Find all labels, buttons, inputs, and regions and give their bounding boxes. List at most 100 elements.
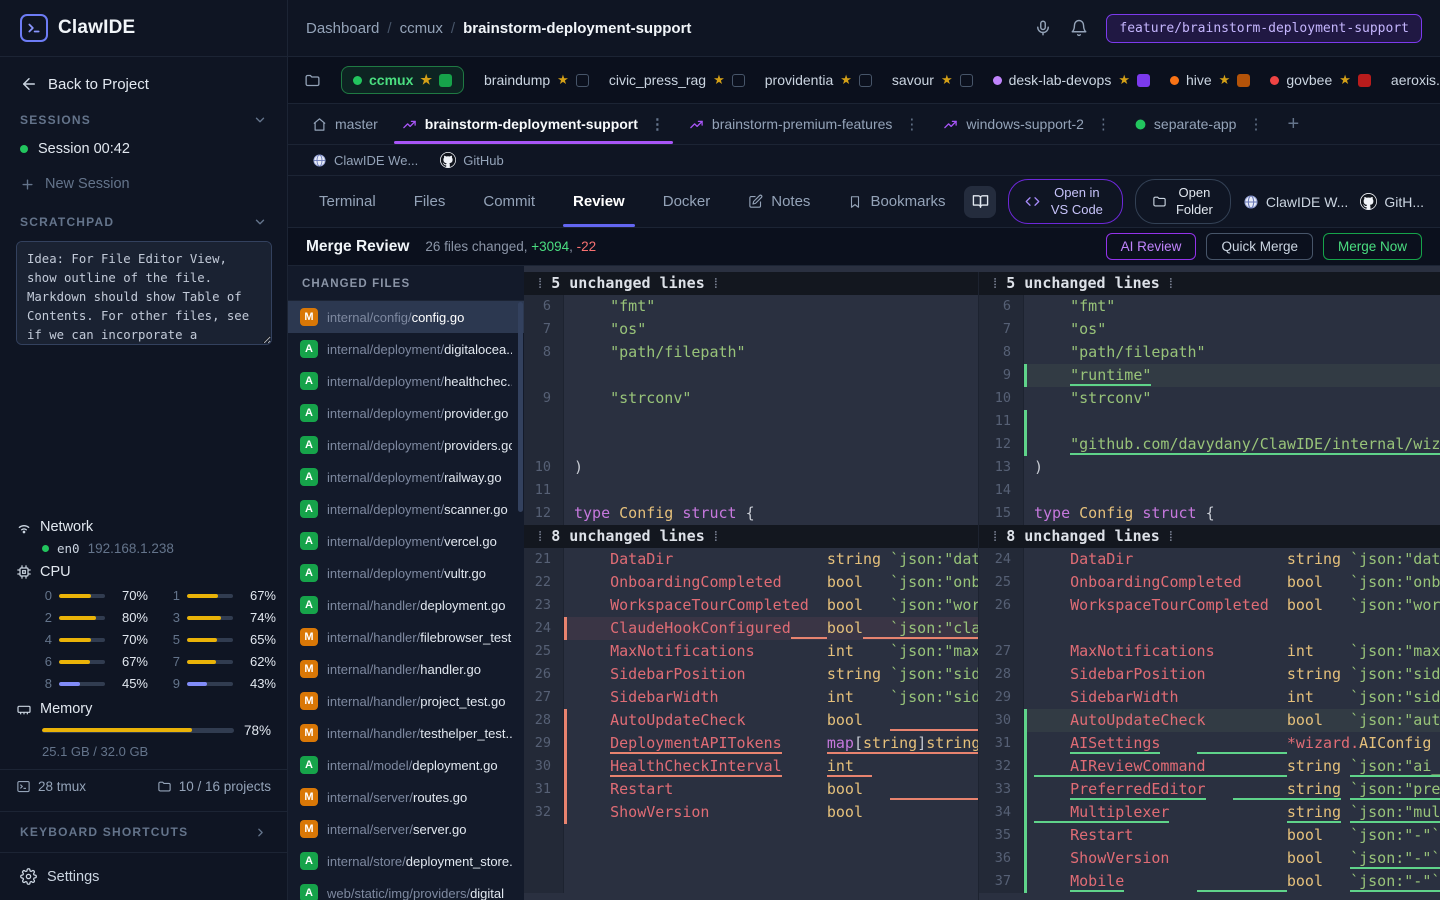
collapsed-lines-bar[interactable]: ⁞ 5 unchanged lines ⁞	[979, 272, 1440, 295]
file-row[interactable]: Ainternal/deployment/scanner.go	[288, 493, 524, 525]
clawide-web-link[interactable]: ClawIDE W...	[1243, 194, 1348, 210]
collapsed-lines-bar[interactable]: ⁞ 5 unchanged lines ⁞	[524, 272, 978, 295]
session-tab-separate-app[interactable]: separate-app⋮	[1125, 104, 1274, 144]
tab-files[interactable]: Files	[404, 176, 456, 227]
file-row[interactable]: Ainternal/deployment/provider.go	[288, 397, 524, 429]
project-tab-braindump[interactable]: braindump★	[484, 72, 589, 88]
star-icon[interactable]: ★	[1118, 72, 1130, 88]
kebab-menu-icon[interactable]: ⋮	[646, 115, 665, 133]
kebab-menu-icon[interactable]: ⋮	[1092, 115, 1111, 133]
new-tab-button[interactable]: +	[1277, 104, 1309, 144]
project-tab-savour[interactable]: savour★	[892, 72, 973, 88]
tab-commit[interactable]: Commit	[473, 176, 545, 227]
tab-terminal[interactable]: Terminal	[309, 176, 386, 227]
file-row[interactable]: Ainternal/handler/deployment.go	[288, 589, 524, 621]
projects-folder-icon[interactable]	[304, 72, 321, 89]
tab-docker[interactable]: Docker	[653, 176, 721, 227]
open-in-vscode-button[interactable]: Open in VS Code	[1008, 179, 1123, 224]
kebab-menu-icon[interactable]: ⋮	[900, 115, 919, 133]
session-tab-brainstorm-premium-features[interactable]: brainstorm-premium-features ⋮	[679, 104, 930, 144]
file-row[interactable]: Aweb/static/img/providers/digital	[288, 877, 524, 900]
open-folder-button[interactable]: Open Folder	[1135, 179, 1231, 224]
merge-now-button[interactable]: Merge Now	[1323, 233, 1422, 260]
added-badge: A	[300, 756, 318, 774]
project-tab-govbee[interactable]: govbee★	[1270, 72, 1371, 88]
project-tab-civic_press_rag[interactable]: civic_press_rag★	[609, 72, 745, 88]
file-row[interactable]: Minternal/server/server.go	[288, 813, 524, 845]
breadcrumb-project[interactable]: ccmux	[400, 20, 443, 37]
file-row[interactable]: Ainternal/store/deployment_store...	[288, 845, 524, 877]
new-session-button[interactable]: New Session	[0, 167, 287, 201]
star-icon[interactable]: ★	[1219, 72, 1231, 88]
file-row[interactable]: Minternal/handler/handler.go	[288, 653, 524, 685]
collapsed-lines-bar[interactable]: ⁞ 8 unchanged lines ⁞	[979, 525, 1440, 548]
file-row[interactable]: Minternal/config/config.go	[288, 301, 524, 333]
collapsed-lines-bar[interactable]: ⁞ 8 unchanged lines ⁞	[524, 525, 978, 548]
breadcrumb-dashboard[interactable]: Dashboard	[306, 20, 379, 37]
sessions-section-header[interactable]: SESSIONS	[0, 99, 287, 131]
star-icon[interactable]: ★	[557, 72, 569, 88]
project-checkbox[interactable]	[439, 74, 452, 87]
diff-pane-new: ⁞ 5 unchanged lines ⁞6 "fmt"7 "os"8 "pat…	[979, 272, 1440, 900]
file-row[interactable]: Ainternal/deployment/providers.go	[288, 429, 524, 461]
file-row[interactable]: Ainternal/deployment/vultr.go	[288, 557, 524, 589]
project-tab-ccmux[interactable]: ccmux★	[341, 66, 464, 94]
ai-review-button[interactable]: AI Review	[1106, 233, 1197, 260]
project-checkbox[interactable]	[1137, 74, 1150, 87]
microphone-icon[interactable]	[1034, 19, 1052, 37]
back-to-project-button[interactable]: Back to Project	[0, 57, 287, 99]
project-checkbox[interactable]	[859, 74, 872, 87]
line-number: 29	[524, 732, 564, 755]
book-button[interactable]	[964, 186, 995, 218]
project-checkbox[interactable]	[1237, 74, 1250, 87]
file-row[interactable]: Minternal/server/routes.go	[288, 781, 524, 813]
project-tab-hive[interactable]: hive★	[1170, 72, 1250, 88]
subtab-github[interactable]: GitHub	[440, 152, 503, 168]
project-tab-aeroxis.com[interactable]: aeroxis.com★	[1391, 72, 1440, 88]
star-icon[interactable]: ★	[941, 72, 953, 88]
file-row[interactable]: Ainternal/deployment/healthchec...	[288, 365, 524, 397]
app-logo[interactable]: ClawIDE	[0, 0, 287, 57]
session-tab-brainstorm-deployment-support[interactable]: brainstorm-deployment-support⋮	[392, 104, 675, 144]
kebab-menu-icon[interactable]: ⋮	[1244, 115, 1263, 133]
quick-merge-button[interactable]: Quick Merge	[1206, 233, 1313, 260]
files-scrollbar[interactable]	[518, 302, 523, 512]
session-tab-windows-support-2[interactable]: windows-support-2⋮	[933, 104, 1121, 144]
star-icon[interactable]: ★	[840, 72, 852, 88]
code-line	[1024, 410, 1440, 433]
scratchpad-section-header[interactable]: SCRATCHPAD	[0, 201, 287, 233]
github-link[interactable]: GitH...	[1360, 193, 1424, 210]
active-tab-underline	[394, 141, 673, 144]
session-tab-label: brainstorm-premium-features	[712, 116, 893, 132]
tab-notes[interactable]: Notes	[738, 176, 820, 227]
cpu-core-row: 667%	[42, 654, 148, 669]
project-checkbox[interactable]	[960, 74, 973, 87]
code-line: "path/filepath"	[1024, 341, 1440, 364]
project-checkbox[interactable]	[576, 74, 589, 87]
file-row[interactable]: Minternal/handler/testhelper_test....	[288, 717, 524, 749]
subtab-clawidewe[interactable]: ClawIDE We...	[312, 153, 418, 168]
file-row[interactable]: Ainternal/deployment/vercel.go	[288, 525, 524, 557]
line-number: 13	[979, 456, 1024, 479]
keyboard-shortcuts-button[interactable]: KEYBOARD SHORTCUTS	[0, 811, 287, 853]
session-tab-master[interactable]: master	[302, 104, 388, 144]
tab-review[interactable]: Review	[563, 176, 635, 227]
bell-icon[interactable]	[1070, 19, 1088, 37]
file-row[interactable]: Ainternal/deployment/digitalocea...	[288, 333, 524, 365]
tab-bookmarks[interactable]: Bookmarks	[838, 176, 955, 227]
project-tab-providentia[interactable]: providentia★	[765, 72, 872, 88]
project-checkbox[interactable]	[1358, 74, 1371, 87]
star-icon[interactable]: ★	[1339, 72, 1351, 88]
project-tab-desk-lab-devops[interactable]: desk-lab-devops★	[993, 72, 1150, 88]
file-row[interactable]: Minternal/handler/project_test.go	[288, 685, 524, 717]
scratchpad-input[interactable]: Idea: For File Editor View, show outline…	[16, 241, 272, 345]
branch-badge[interactable]: feature/brainstorm-deployment-support	[1106, 14, 1422, 43]
project-checkbox[interactable]	[732, 74, 745, 87]
file-row[interactable]: Minternal/handler/filebrowser_test...	[288, 621, 524, 653]
session-item[interactable]: Session 00:42	[0, 131, 287, 167]
file-row[interactable]: Ainternal/model/deployment.go	[288, 749, 524, 781]
settings-button[interactable]: Settings	[0, 853, 287, 900]
file-row[interactable]: Ainternal/deployment/railway.go	[288, 461, 524, 493]
star-icon[interactable]: ★	[713, 72, 725, 88]
star-icon[interactable]: ★	[420, 72, 432, 88]
